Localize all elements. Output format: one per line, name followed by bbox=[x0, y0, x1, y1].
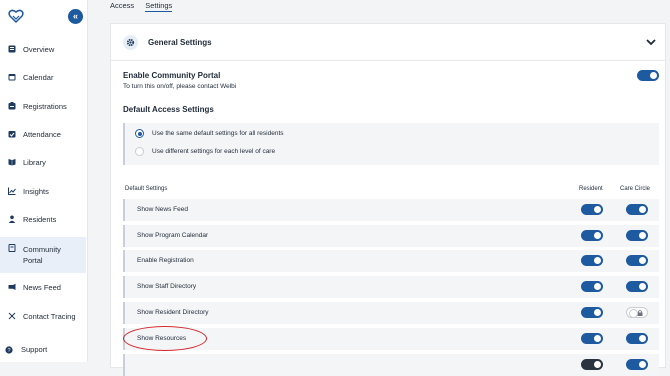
setting-label: Enable Registration bbox=[137, 257, 194, 264]
setting-label: Show Resident Directory bbox=[137, 309, 209, 316]
settings-row: Show Program Calendar bbox=[123, 225, 659, 247]
radio-same-settings[interactable]: Use the same default settings for all re… bbox=[135, 129, 284, 138]
radio-label: Use different settings for each level of… bbox=[152, 148, 276, 155]
sidebar-item-label: Overview bbox=[23, 44, 55, 54]
chevron-down-icon[interactable] bbox=[645, 36, 657, 48]
sidebar-item-residents[interactable]: Residents bbox=[0, 206, 86, 232]
support-label: Support bbox=[21, 345, 48, 354]
residents-icon bbox=[8, 215, 16, 223]
resident-toggle[interactable] bbox=[581, 281, 603, 292]
enable-portal-subtitle: To turn this on/off, please contact Welb… bbox=[123, 83, 237, 90]
attendance-icon bbox=[8, 130, 16, 138]
setting-label: Show Program Calendar bbox=[137, 232, 209, 239]
collapse-sidebar-button[interactable]: « bbox=[68, 9, 83, 24]
sidebar-item-label: Insights bbox=[23, 186, 49, 196]
radio-unselected-icon[interactable] bbox=[135, 147, 144, 156]
settings-row: Show Staff Directory bbox=[123, 276, 659, 298]
overview-icon bbox=[8, 45, 16, 53]
care-circle-toggle[interactable] bbox=[626, 230, 648, 241]
sidebar-item-label: Contact Tracing bbox=[23, 311, 76, 321]
settings-row: Show Resources bbox=[123, 328, 659, 350]
settings-row-partial bbox=[123, 354, 659, 376]
column-header-resident: Resident bbox=[579, 186, 603, 192]
sidebar: « Overview Calendar Registrations Attend… bbox=[0, 0, 88, 362]
enable-portal-title: Enable Community Portal bbox=[123, 71, 221, 80]
care-circle-toggle[interactable] bbox=[626, 333, 648, 344]
library-icon bbox=[8, 158, 16, 166]
panel-header[interactable]: General Settings bbox=[111, 24, 665, 61]
sidebar-item-label: Calendar bbox=[23, 72, 54, 82]
care-circle-toggle[interactable] bbox=[626, 359, 648, 370]
resident-toggle[interactable] bbox=[581, 230, 603, 241]
sidebar-item-label: Registrations bbox=[23, 101, 67, 111]
radio-different-settings[interactable]: Use different settings for each level of… bbox=[135, 147, 275, 156]
setting-label: Show News Feed bbox=[137, 206, 188, 213]
sidebar-item-calendar[interactable]: Calendar bbox=[0, 64, 86, 90]
access-mode-radio-group: Use the same default settings for all re… bbox=[123, 123, 659, 165]
setting-label: Show Resources bbox=[137, 335, 187, 342]
tab-access[interactable]: Access bbox=[110, 0, 134, 14]
general-settings-panel: General Settings Enable Community Portal… bbox=[110, 23, 666, 376]
radio-selected-icon[interactable] bbox=[135, 129, 144, 138]
logo-icon bbox=[8, 9, 24, 24]
sidebar-item-label: Attendance bbox=[23, 129, 61, 139]
svg-text:?: ? bbox=[7, 348, 10, 354]
sidebar-item-insights[interactable]: Insights bbox=[0, 178, 86, 204]
care-circle-toggle[interactable] bbox=[626, 281, 648, 292]
radio-label: Use the same default settings for all re… bbox=[152, 130, 284, 137]
sidebar-item-overview[interactable]: Overview bbox=[0, 36, 86, 62]
tab-settings[interactable]: Settings bbox=[145, 0, 173, 12]
default-access-title: Default Access Settings bbox=[123, 105, 214, 114]
resident-toggle[interactable] bbox=[581, 204, 603, 215]
enable-portal-toggle[interactable] bbox=[637, 70, 659, 81]
help-icon: ? bbox=[5, 345, 13, 354]
settings-row: Show News Feed bbox=[123, 199, 659, 221]
sidebar-item-label: Library bbox=[23, 157, 46, 167]
settings-row: Enable Registration bbox=[123, 250, 659, 272]
care-circle-toggle[interactable] bbox=[626, 255, 648, 266]
care-circle-toggle[interactable] bbox=[626, 204, 648, 215]
resident-toggle[interactable] bbox=[581, 255, 603, 266]
resident-toggle[interactable] bbox=[581, 307, 603, 318]
community-portal-icon bbox=[8, 244, 16, 252]
resident-toggle[interactable] bbox=[581, 359, 603, 370]
calendar-icon bbox=[8, 73, 16, 81]
sidebar-item-news-feed[interactable]: News Feed bbox=[0, 274, 86, 300]
sidebar-item-label: Community Portal bbox=[23, 245, 61, 265]
sidebar-item-registrations[interactable]: Registrations bbox=[0, 93, 86, 119]
lock-icon bbox=[637, 310, 643, 316]
sidebar-item-attendance[interactable]: Attendance bbox=[0, 121, 86, 147]
support-link[interactable]: ? Support bbox=[5, 345, 47, 354]
settings-row: Show Resident Directory bbox=[123, 302, 659, 324]
resident-toggle[interactable] bbox=[581, 333, 603, 344]
insights-icon bbox=[8, 187, 16, 195]
column-header-care-circle: Care Circle bbox=[620, 186, 651, 192]
sidebar-item-label: News Feed bbox=[23, 282, 61, 292]
gear-icon bbox=[123, 34, 138, 50]
sidebar-item-community-portal[interactable]: Community Portal bbox=[0, 237, 86, 273]
sidebar-item-library[interactable]: Library bbox=[0, 149, 86, 175]
sidebar-item-contact-tracing[interactable]: Contact Tracing bbox=[0, 303, 86, 329]
contact-tracing-icon bbox=[8, 312, 16, 320]
column-header-settings: Default Settings bbox=[125, 186, 168, 192]
care-circle-toggle[interactable] bbox=[626, 307, 648, 318]
panel-title: General Settings bbox=[148, 37, 212, 47]
tab-bar: Access Settings bbox=[110, 0, 173, 14]
setting-label: Show Staff Directory bbox=[137, 283, 197, 290]
registrations-icon bbox=[8, 102, 16, 110]
news-feed-icon bbox=[8, 283, 16, 291]
sidebar-item-label: Residents bbox=[23, 214, 57, 224]
